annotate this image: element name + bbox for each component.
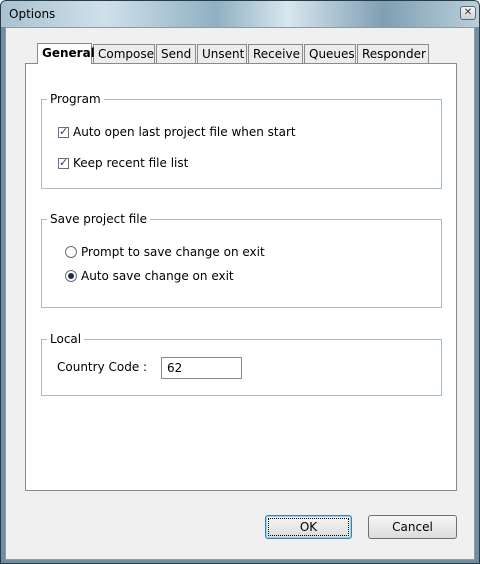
tab-general[interactable]: General bbox=[37, 43, 95, 64]
tab-queues[interactable]: Queues bbox=[304, 44, 356, 64]
tab-unsent[interactable]: Unsent bbox=[197, 44, 247, 64]
local-group: Local Country Code : 62 bbox=[41, 331, 442, 396]
ok-button[interactable]: OK bbox=[265, 515, 352, 539]
window-title: Options bbox=[9, 7, 56, 21]
tab-label: Compose bbox=[98, 47, 155, 61]
general-tab-panel: Program Auto open last project file when… bbox=[25, 63, 457, 491]
prompt-save-label: Prompt to save change on exit bbox=[81, 245, 265, 259]
auto-open-checkbox[interactable]: Auto open last project file when start bbox=[58, 125, 296, 139]
radio-selected-icon bbox=[65, 270, 77, 282]
country-code-input[interactable]: 62 bbox=[161, 357, 242, 379]
dialog-client-area: General Compose Send Unsent Receive Queu… bbox=[5, 27, 475, 560]
checkbox-checked-icon bbox=[58, 125, 69, 138]
save-project-group-label: Save project file bbox=[47, 211, 151, 227]
country-code-label: Country Code : bbox=[57, 360, 148, 374]
close-button[interactable]: ✕ bbox=[460, 6, 476, 20]
tab-label: Unsent bbox=[202, 47, 245, 61]
local-group-label: Local bbox=[47, 331, 85, 347]
radio-icon bbox=[65, 246, 77, 258]
title-bar[interactable]: Options ✕ bbox=[1, 1, 479, 27]
tab-label: Receive bbox=[253, 47, 300, 61]
tab-label: Responder bbox=[362, 47, 426, 61]
cancel-button[interactable]: Cancel bbox=[368, 515, 457, 539]
save-project-group: Save project file Prompt to save change … bbox=[41, 211, 442, 308]
close-icon: ✕ bbox=[463, 7, 473, 18]
keep-recent-checkbox[interactable]: Keep recent file list bbox=[58, 156, 188, 170]
tab-receive[interactable]: Receive bbox=[248, 44, 303, 64]
tab-label: Queues bbox=[309, 47, 355, 61]
program-group: Program Auto open last project file when… bbox=[41, 91, 442, 189]
program-group-label: Program bbox=[47, 91, 104, 107]
tab-label: General bbox=[42, 46, 95, 60]
options-dialog: Options ✕ General Compose Send Unsent Re… bbox=[0, 0, 480, 564]
auto-save-radio[interactable]: Auto save change on exit bbox=[65, 269, 234, 283]
checkbox-checked-icon bbox=[58, 156, 69, 169]
tab-send[interactable]: Send bbox=[156, 44, 196, 64]
keep-recent-label: Keep recent file list bbox=[73, 156, 189, 170]
tab-compose[interactable]: Compose bbox=[93, 44, 155, 64]
tab-responder[interactable]: Responder bbox=[357, 44, 429, 64]
auto-save-label: Auto save change on exit bbox=[81, 269, 234, 283]
auto-open-label: Auto open last project file when start bbox=[73, 125, 296, 139]
prompt-save-radio[interactable]: Prompt to save change on exit bbox=[65, 245, 265, 259]
tab-label: Send bbox=[161, 47, 192, 61]
